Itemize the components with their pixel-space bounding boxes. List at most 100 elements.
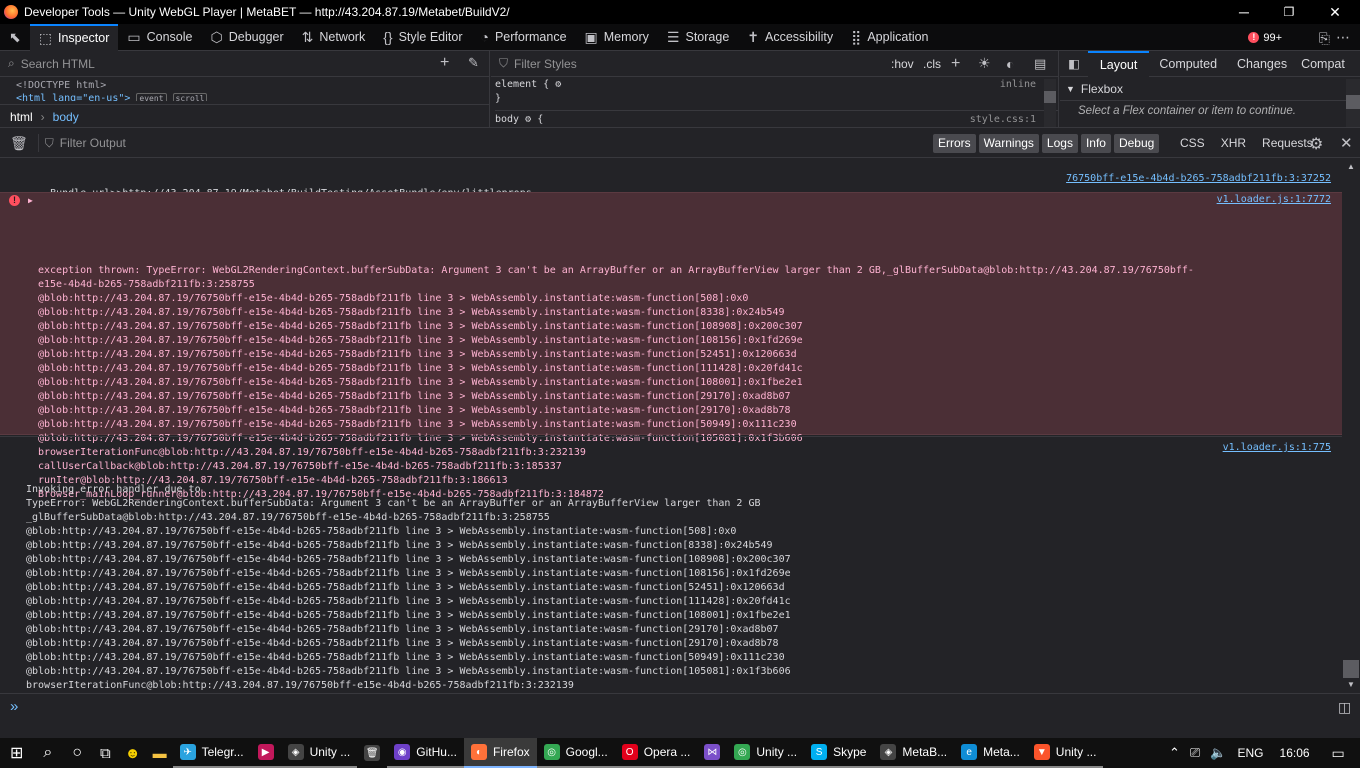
doctype-node[interactable]: <!DOCTYPE html> <box>16 79 489 92</box>
tab-changes[interactable]: Changes <box>1227 57 1297 71</box>
toggle-pane-icon[interactable]: ◧ <box>1060 56 1088 71</box>
tab-application[interactable]: ⣿ Application <box>842 24 937 51</box>
tab-accessibility[interactable]: ✝ Accessibility <box>738 24 842 51</box>
taskbar-app-unity-13[interactable]: ▼ Unity ... <box>1026 738 1104 768</box>
source-link[interactable]: v1.loader.js:1:7772 <box>1217 193 1331 207</box>
search-icon[interactable]: ⌕ <box>33 738 62 768</box>
console-scrollbar[interactable]: ▲ ▼ <box>1342 158 1360 693</box>
taskbar-app-visual-studio-8[interactable]: ⋈ <box>697 738 728 768</box>
application-icon: ⣿ <box>851 28 862 45</box>
clock[interactable]: 16:06 <box>1270 746 1320 760</box>
taskbar-app-skype-10[interactable]: S Skype <box>804 738 874 768</box>
taskbar-app-opera-7[interactable]: O Opera ... <box>614 738 698 768</box>
minimize-button[interactable]: ─ <box>1221 0 1267 24</box>
taskbar-app-githu-4[interactable]: ◉ GitHu... <box>387 738 464 768</box>
tab-inspector[interactable]: ⬚ Inspector <box>29 23 119 51</box>
add-rule-icon[interactable]: + <box>951 55 960 73</box>
gear-icon[interactable]: ⚙ <box>525 114 531 125</box>
chevron-up-icon[interactable]: ⌃ <box>1164 745 1185 761</box>
emoji-app-icon[interactable]: ☻ <box>119 738 147 768</box>
taskbar-app-unity-2[interactable]: ◈ Unity ... <box>280 738 358 768</box>
stack-line: @blob:http://43.204.87.19/76750bff-e15e-… <box>38 419 797 430</box>
tab-performance[interactable]: ◔ Performance <box>472 24 576 51</box>
source-link[interactable]: 76750bff-e15e-4b4d-b265-758adbf211fb:3:3… <box>1066 172 1331 186</box>
scrollbar-thumb[interactable] <box>1343 660 1359 678</box>
search-html-input[interactable]: Search HTML <box>21 57 95 71</box>
maximize-button[interactable]: ❐ <box>1266 0 1312 24</box>
search-html-bar[interactable]: ⌕ Search HTML + ✎ <box>0 51 489 77</box>
filter-styles-bar[interactable]: ⛉ Filter Styles :hov .cls + ☀ ◐ ▤ <box>491 51 1058 77</box>
filter-css-button[interactable]: CSS <box>1172 136 1213 150</box>
hov-toggle[interactable]: :hov <box>891 57 914 71</box>
taskbar-app-googl-6[interactable]: ◎ Googl... <box>536 738 615 768</box>
trash-icon[interactable]: 🗑 <box>0 135 38 152</box>
taskbar-app-unity-9[interactable]: ◎ Unity ... <box>727 738 805 768</box>
print-media-icon[interactable]: ▤ <box>1034 56 1046 72</box>
notifications-icon[interactable]: ▭ <box>1320 745 1357 762</box>
html-node[interactable]: <html lang="en-us"> event scroll <box>16 92 489 101</box>
taskbar-app-firefox-5[interactable]: ◐ Firefox <box>463 738 537 768</box>
responsive-design-icon[interactable]: ⎘ <box>1319 30 1330 47</box>
taskbar-app-meta-12[interactable]: e Meta... <box>954 738 1027 768</box>
style-source-link[interactable]: style.css:1 <box>970 113 1036 127</box>
taskbar-app-telegr-0[interactable]: ✈ Telegr... <box>172 738 251 768</box>
network-status-icon[interactable]: ⎚ <box>1185 745 1205 761</box>
tab-style-editor[interactable]: {} Style Editor <box>374 24 471 51</box>
scroll-up-icon[interactable]: ▲ <box>1347 162 1355 171</box>
cls-toggle[interactable]: .cls <box>923 57 941 71</box>
filter-info-button[interactable]: Info <box>1080 133 1111 153</box>
settings-gear-icon[interactable]: ⚙ <box>1309 134 1323 154</box>
error-count-badge[interactable]: ! 99+ <box>1248 24 1282 51</box>
volume-icon[interactable]: 🔈 <box>1205 745 1231 761</box>
taskbar-app-app-1[interactable]: ▶ <box>250 738 281 768</box>
language-indicator[interactable]: ENG <box>1232 746 1270 760</box>
cortana-icon[interactable]: ○ <box>62 738 92 768</box>
taskbar-app-metab-11[interactable]: ◈ MetaB... <box>873 738 955 768</box>
tab-debugger[interactable]: ⬡ Debugger <box>202 24 293 51</box>
file-explorer-icon[interactable]: ▬ <box>147 738 173 768</box>
filter-xhr-button[interactable]: XHR <box>1213 136 1254 150</box>
filter-warnings-button[interactable]: Warnings <box>978 133 1039 153</box>
breadcrumb-html[interactable]: html <box>10 110 33 124</box>
element-picker-button[interactable]: ⬉ <box>0 24 30 51</box>
console-input[interactable]: » ◫ <box>0 693 1360 738</box>
stack-line: @blob:http://43.204.87.19/76750bff-e15e-… <box>26 596 791 607</box>
scroll-badge[interactable]: scroll <box>172 93 208 101</box>
tab-storage[interactable]: ☰ Storage <box>658 24 738 51</box>
source-link[interactable]: v1.loader.js:1:775 <box>1223 441 1331 455</box>
start-button[interactable]: ⊞ <box>0 738 33 768</box>
scroll-down-icon[interactable]: ▼ <box>1347 680 1355 689</box>
add-node-icon[interactable]: + <box>440 54 449 72</box>
expand-arrow-icon[interactable]: ▶ <box>28 194 33 208</box>
window-titlebar: Developer Tools — Unity WebGL Player | M… <box>0 0 1360 24</box>
filter-styles-input[interactable]: Filter Styles <box>514 57 577 71</box>
rules-scrollbar[interactable] <box>1044 79 1056 127</box>
close-window-button[interactable]: ✕ <box>1312 0 1358 24</box>
taskbar-app-bin-3[interactable]: 🗑 <box>357 738 387 768</box>
eyedropper-icon[interactable]: ✎ <box>468 55 479 71</box>
close-split-console-icon[interactable]: ✕ <box>1340 134 1353 152</box>
dark-scheme-icon[interactable]: ◐ <box>1006 56 1014 72</box>
layout-scrollbar[interactable] <box>1346 79 1360 127</box>
tab-console[interactable]: ▭ Console <box>118 24 201 51</box>
breadcrumb-body[interactable]: body <box>53 110 79 124</box>
tab-network[interactable]: ⇅ Network <box>293 24 375 51</box>
task-view-icon[interactable]: ⧉ <box>92 738 119 768</box>
light-scheme-icon[interactable]: ☀ <box>978 55 991 72</box>
filter-debug-button[interactable]: Debug <box>1113 133 1160 153</box>
flexbox-section-header[interactable]: ▼ Flexbox <box>1060 77 1360 101</box>
editor-mode-icon[interactable]: ◫ <box>1338 699 1351 716</box>
event-badge[interactable]: event <box>136 93 167 101</box>
more-options-icon[interactable]: ⋯ <box>1336 29 1350 46</box>
tab-computed[interactable]: Computed <box>1149 57 1227 71</box>
element-rule[interactable]: element { ⚙ inline <box>495 78 1058 92</box>
tab-memory[interactable]: ▣ Memory <box>576 24 658 51</box>
filter-errors-button[interactable]: Errors <box>933 133 976 153</box>
tab-compat[interactable]: Compat <box>1297 57 1349 71</box>
filter-logs-button[interactable]: Logs <box>1041 133 1078 153</box>
body-rule[interactable]: body ⚙ {style.css:1 <box>495 110 1058 127</box>
stack-line: @blob:http://43.204.87.19/76750bff-e15e-… <box>26 652 785 663</box>
tab-layout[interactable]: Layout <box>1087 50 1150 77</box>
gear-icon[interactable]: ⚙ <box>555 79 561 90</box>
filter-output-input[interactable]: Filter Output <box>60 136 126 150</box>
